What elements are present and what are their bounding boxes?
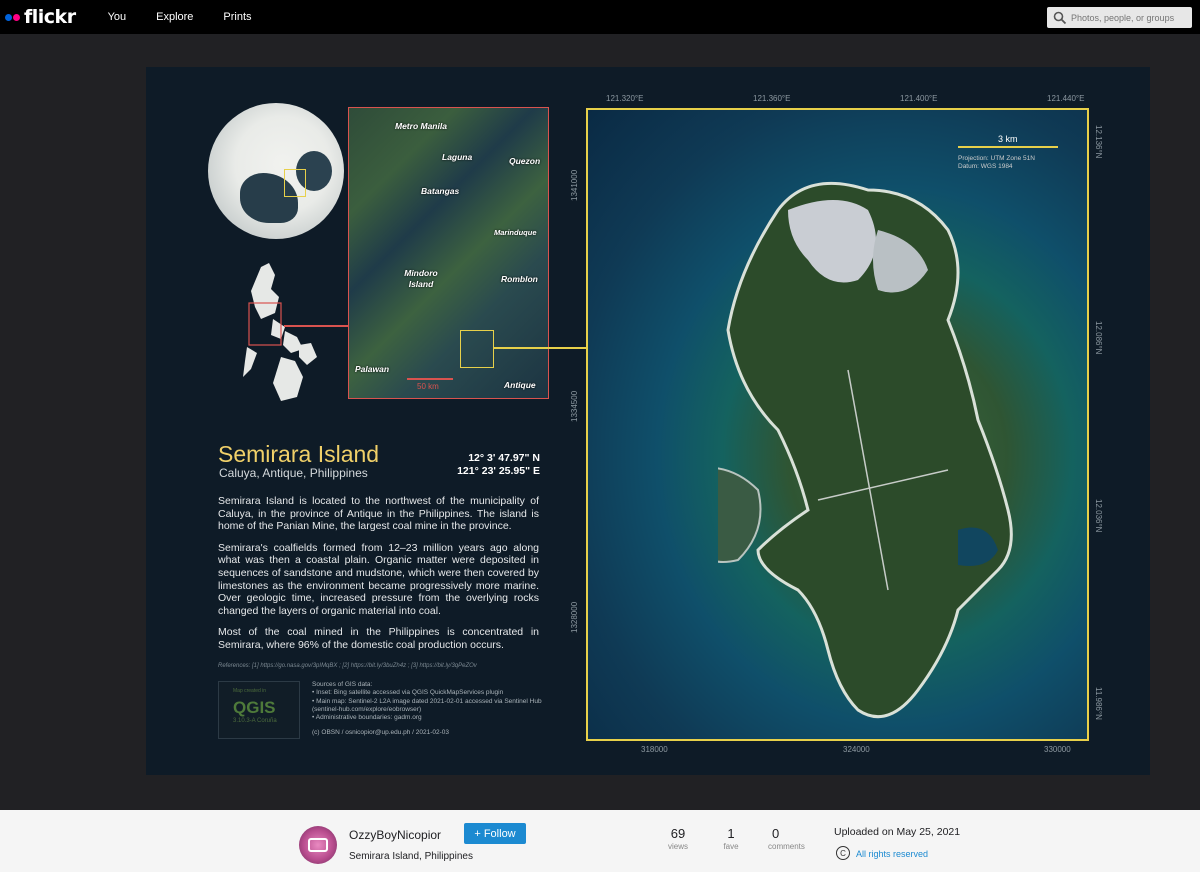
map-title: Semirara Island [218,441,380,467]
main-scale-bar [958,146,1058,148]
source-text: Inset: Bing satellite accessed via QGIS … [316,689,504,697]
description-paragraph: Most of the coal mined in the Philippine… [218,626,539,651]
top-tick: 121.320°E [606,94,644,103]
views-count: 69 [670,826,686,841]
bottom-tick: 324000 [843,745,870,754]
bottom-tick: 318000 [641,745,668,754]
inset-label: Romblon [501,274,538,284]
inset-label: Laguna [442,152,473,162]
inset-connector-line [284,325,348,327]
references: References: [1] https://go.nasa.gov/3pIM… [218,663,477,669]
faves-label: fave [723,842,739,851]
main-connector-line [493,347,586,349]
main-scale-label: 3 km [998,134,1018,144]
inset-locator-box [460,330,494,368]
philippines-outline [243,263,317,401]
left-tick: 1334500 [570,390,579,422]
top-tick: 121.440°E [1047,94,1085,103]
credit: (c) OBSN / osnicopior@up.edu.ph / 2021-0… [312,729,450,736]
nav-explore[interactable]: Explore [156,11,193,23]
inset-scale-label: 50 km [417,382,439,391]
satellite-map: 3 km Projection: UTM Zone 51N Datum: WGS… [586,108,1089,741]
source-item: • Main map: Sentinel-2 L2A image dated 2… [312,697,542,713]
inset-label: Batangas [421,186,460,196]
pink-dot-icon [13,13,20,21]
inset-label: Palawan [355,364,390,374]
inset-label: Mindoro Island [404,268,438,289]
globe-locator [208,103,344,239]
top-nav-bar: flickr You Explore Prints [0,0,1200,34]
island-shape [718,181,1013,719]
search-icon [1053,11,1067,24]
source-item: • Administrative boundaries: gadm.org [312,714,422,722]
inset-label: Quezon [509,156,541,166]
latitude: 12° 3' 47.97" N [468,452,540,464]
right-tick: 12.036°N [1094,499,1103,533]
photo-stage: Metro Manila Laguna Quezon Batangas Mari… [0,34,1200,832]
inset-label: Marinduque [494,228,537,237]
owner-avatar[interactable] [299,826,337,864]
search-input[interactable] [1071,12,1186,23]
qgis-made: Map created in [233,688,267,694]
blue-dot-icon [5,13,12,21]
top-tick: 121.360°E [753,94,791,103]
license-link[interactable]: All rights reserved [856,849,928,859]
inset-map: Metro Manila Laguna Quezon Batangas Mari… [348,107,549,399]
comments-stat: 0 comments [768,826,818,851]
projection-info: Projection: UTM Zone 51N Datum: WGS 1984 [958,155,1035,171]
right-tick: 12.086°N [1094,321,1103,355]
main-nav: You Explore Prints [78,11,252,23]
comments-label: comments [768,842,805,851]
top-tick: 121.400°E [900,94,938,103]
description-paragraph: Semirara's coalfields formed from 12–23 … [218,541,539,617]
inset-label: Antique [504,380,536,390]
datum: Datum: WGS 1984 [958,163,1013,170]
qgis-version: 3.10.3-A Coruña [233,718,277,724]
longitude: 121° 23' 25.95" E [457,465,540,477]
left-tick: 1341000 [570,169,579,201]
sources: Sources of GIS data: • Inset: Bing satel… [312,681,552,722]
faves-stat: 1 fave [714,826,748,851]
views-stat: 69 views [661,826,695,851]
views-label: views [667,842,688,851]
search-box[interactable] [1047,7,1192,28]
qgis-logo: QGIS [233,698,276,717]
bottom-tick: 330000 [1044,745,1071,754]
inset-label: Metro Manila [395,121,447,131]
photo-title: Semirara Island, Philippines [349,851,473,862]
owner-name[interactable]: OzzyBoyNicopior [349,828,441,842]
map-subtitle: Caluya, Antique, Philippines [219,466,368,480]
sources-title: Sources of GIS data: [312,681,373,688]
nav-prints[interactable]: Prints [223,11,251,23]
inset-scale-bar [407,378,453,380]
upload-date: Uploaded on May 25, 2021 [834,826,961,838]
description-paragraph: Semirara Island is located to the northw… [218,495,539,533]
nav-you[interactable]: You [108,11,127,23]
comments-count: 0 [772,826,780,841]
flickr-logo[interactable]: flickr [0,0,76,34]
main-photo[interactable]: Metro Manila Laguna Quezon Batangas Mari… [146,67,1150,775]
follow-button[interactable]: + Follow [464,823,526,844]
left-tick: 1328000 [570,601,579,633]
right-tick: 11.986°N [1094,687,1103,720]
source-item: • Inset: Bing satellite accessed via QGI… [312,689,504,697]
logo-text: flickr [24,6,76,28]
source-text: Main map: Sentinel-2 L2A image dated 202… [312,697,542,713]
right-tick: 12.136°N [1094,125,1103,159]
copyright-icon: C [836,846,850,860]
coordinates: 12° 3' 47.97" N 121° 23' 25.95" E [416,452,540,478]
globe-locator-box [284,169,306,197]
camera-icon [308,838,328,852]
photo-info-bar [0,810,1200,872]
qgis-badge: Map created in QGIS 3.10.3-A Coruña [218,681,300,739]
source-text: Administrative boundaries: gadm.org [315,714,422,722]
faves-count: 1 [727,826,735,841]
description: Semirara Island is located to the northw… [218,495,539,661]
projection: Projection: UTM Zone 51N [958,155,1035,162]
